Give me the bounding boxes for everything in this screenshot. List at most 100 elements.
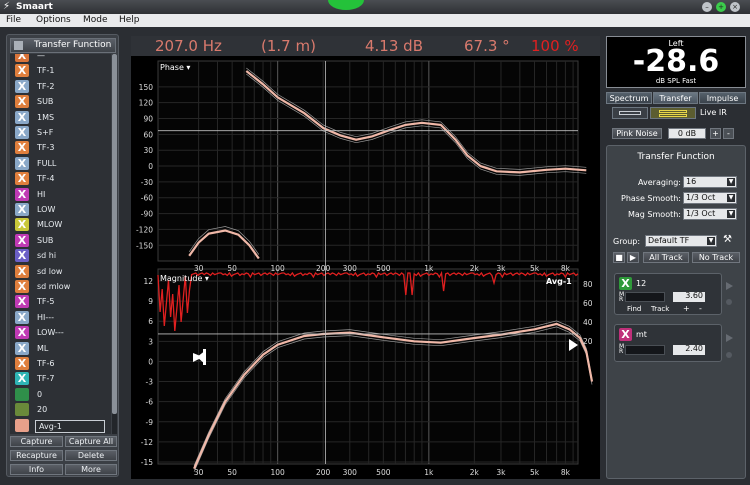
stop-button[interactable]: ■	[613, 252, 625, 263]
pink-noise-minus-button[interactable]: -	[723, 128, 734, 139]
trace-item[interactable]: 20	[10, 402, 111, 418]
pink-noise-button[interactable]: Pink Noise	[612, 128, 662, 139]
trace-visibility-toggle[interactable]: X	[15, 310, 29, 324]
track-1-expand-icon[interactable]	[724, 276, 734, 290]
trace-visibility-toggle[interactable]: X	[15, 95, 29, 109]
measurement-card-mt[interactable]: X mt MR 2.40	[614, 324, 722, 362]
trace-visibility-toggle[interactable]: X	[15, 249, 29, 263]
mag-view-button[interactable]	[612, 107, 648, 119]
scrollbar-thumb[interactable]	[112, 54, 117, 414]
pink-noise-level[interactable]: 0 dB	[668, 128, 706, 139]
delay-value[interactable]: 2.40	[673, 345, 705, 355]
minimize-button[interactable]: –	[702, 2, 712, 12]
trace-item[interactable]: Xsd hi	[10, 248, 111, 264]
tab-transfer[interactable]: Transfer	[653, 92, 698, 104]
tools-icon[interactable]: ⚒	[723, 234, 732, 245]
trace-item[interactable]: X 1MS	[10, 110, 111, 126]
trace-item[interactable]: Avg-1	[10, 418, 111, 434]
track-enable-checkbox[interactable]: X	[619, 328, 632, 341]
trace-item[interactable]: X TF-5	[10, 294, 111, 310]
trace-item[interactable]: X TF-2	[10, 79, 111, 95]
play-button[interactable]: ▶	[627, 252, 639, 263]
delete-button[interactable]: Delete	[65, 450, 117, 461]
phase-smooth-select[interactable]: 1/3 Oct ▼	[683, 192, 737, 204]
close-button[interactable]: ×	[730, 2, 740, 12]
maximize-button[interactable]: +	[716, 2, 726, 12]
split-view-button[interactable]	[650, 107, 696, 119]
phase-label[interactable]: Phase ▾	[160, 63, 190, 72]
menu-help[interactable]: Help	[119, 14, 140, 27]
trace-visibility-toggle[interactable]: X	[15, 357, 29, 370]
trace-item[interactable]: X TF-1	[10, 63, 111, 79]
track-2-expand-icon[interactable]	[724, 328, 734, 342]
menu-mode[interactable]: Mode	[83, 14, 108, 27]
trace-item[interactable]: Xsd low	[10, 264, 111, 280]
menu-options[interactable]: Options	[36, 14, 71, 27]
trace-item[interactable]: X S+F	[10, 125, 111, 141]
group-select[interactable]: Default TF ▼	[645, 235, 717, 247]
find-delay-button[interactable]: Find	[627, 305, 641, 313]
trace-visibility-toggle[interactable]: X	[15, 326, 29, 340]
trace-visibility-toggle[interactable]: X	[15, 141, 29, 155]
trace-visibility-toggle[interactable]: X	[15, 54, 29, 62]
trace-item[interactable]: Xsd mlow	[10, 279, 111, 295]
trace-item[interactable]: X HI---	[10, 310, 111, 326]
all-track-button[interactable]: All Track	[643, 252, 689, 263]
trace-visibility-toggle[interactable]: X	[15, 280, 29, 293]
delay-plus-button[interactable]: +	[683, 304, 690, 313]
no-track-button[interactable]: No Track	[692, 252, 740, 263]
tab-spectrum[interactable]: Spectrum	[606, 92, 652, 104]
trace-item[interactable]: X MLOW	[10, 217, 111, 233]
trace-visibility-toggle[interactable]	[15, 418, 29, 432]
trace-item[interactable]: X TF-7	[10, 371, 111, 387]
delay-value[interactable]: 3.60	[673, 292, 705, 302]
averaging-select[interactable]: 16 ▼	[683, 176, 737, 188]
trace-item[interactable]: X SUB	[10, 233, 111, 249]
trace-visibility-toggle[interactable]: X	[15, 156, 29, 170]
pink-noise-plus-button[interactable]: +	[710, 128, 721, 139]
trace-item[interactable]: X —	[10, 54, 111, 64]
recapture-button[interactable]: Recapture	[10, 450, 63, 461]
magnitude-label[interactable]: Magnitude ▾	[160, 274, 209, 283]
trace-item[interactable]: X TF-3	[10, 140, 111, 156]
trace-visibility-toggle[interactable]: X	[15, 187, 29, 201]
trace-visibility-toggle[interactable]	[15, 387, 29, 401]
trace-visibility-toggle[interactable]: X	[15, 233, 29, 247]
delay-minus-button[interactable]: -	[699, 304, 702, 313]
collapse-icon[interactable]	[14, 41, 23, 50]
mag-smooth-select[interactable]: 1/3 Oct ▼	[683, 208, 737, 220]
track-delay-button[interactable]: Track	[651, 305, 669, 313]
trace-item[interactable]: X LOW---	[10, 325, 111, 341]
trace-item[interactable]: X LOW	[10, 202, 111, 218]
trace-visibility-toggle[interactable]: X	[15, 64, 29, 78]
trace-visibility-toggle[interactable]	[15, 403, 29, 417]
trace-item[interactable]: X TF-6	[10, 356, 111, 372]
trace-item[interactable]: X ML	[10, 341, 111, 357]
trace-visibility-toggle[interactable]: X	[15, 172, 29, 186]
info-button[interactable]: Info	[10, 464, 63, 475]
live-ir-button[interactable]: Live IR	[700, 107, 727, 119]
trace-item[interactable]: X FULL	[10, 156, 111, 172]
trace-item[interactable]: X TF-4	[10, 171, 111, 187]
trace-visibility-toggle[interactable]: X	[15, 79, 29, 93]
trace-item[interactable]: 0	[10, 387, 111, 403]
trace-visibility-toggle[interactable]: X	[15, 295, 29, 309]
trace-list-scrollbar[interactable]	[112, 54, 117, 434]
trace-visibility-toggle[interactable]: X	[15, 341, 29, 355]
trace-item[interactable]: X HI	[10, 187, 111, 203]
measurement-card-12[interactable]: X 12 MR 3.60 Find Track + -	[614, 273, 722, 315]
tab-impulse[interactable]: Impulse	[699, 92, 746, 104]
capture-all-button[interactable]: Capture All	[65, 436, 117, 447]
trace-item[interactable]: X SUB	[10, 94, 111, 110]
trace-visibility-toggle[interactable]: X	[15, 110, 29, 124]
spl-meter[interactable]: Left -28.6 dB SPL Fast	[606, 36, 746, 88]
more-button[interactable]: More	[65, 464, 117, 475]
trace-visibility-toggle[interactable]: X	[15, 203, 29, 216]
plot-area[interactable]: 150 120 90 60 30 0 -30 -60 -90 -120 -150 12 9 6 3 0 -3 -6…	[131, 56, 600, 479]
trace-visibility-toggle[interactable]: X	[15, 126, 29, 139]
menu-file[interactable]: File	[6, 14, 21, 27]
capture-button[interactable]: Capture	[10, 436, 63, 447]
transfer-function-tab[interactable]: Transfer Function	[10, 38, 116, 53]
trace-visibility-toggle[interactable]: X	[15, 218, 29, 232]
track-enable-checkbox[interactable]: X	[619, 277, 632, 290]
